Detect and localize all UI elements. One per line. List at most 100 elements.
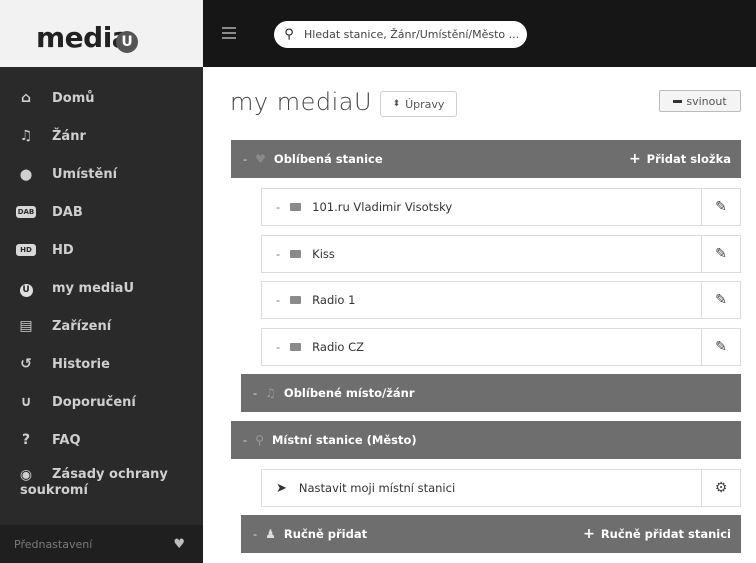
folder-icon: [290, 343, 302, 351]
location-arrow-icon: ➤: [276, 480, 287, 496]
sidebar-item-genre[interactable]: ♫ Žánr: [0, 117, 203, 155]
set-local-station-row[interactable]: ➤ Nastavit moji místní stanici ⚙: [261, 469, 741, 507]
logo-u-badge: U: [116, 31, 138, 53]
map-pin-icon: ⬤: [19, 167, 33, 181]
sidebar-item-label-continued: soukromí: [20, 483, 88, 498]
sidebar-nav: ⌂ Domů ♫ Žánr ⬤ Umístění DAB DAB HD HD U…: [0, 79, 203, 511]
sidebar-item-location[interactable]: ⬤ Umístění: [0, 155, 203, 193]
folder-name: Radio 1: [312, 293, 356, 307]
folder-row[interactable]: - 101.ru Vladimir Visotsky ✎: [261, 188, 741, 226]
collapse-button-label: svinout: [686, 94, 727, 108]
collapse-dash: -: [243, 433, 248, 447]
edit-button[interactable]: ⬍ Úpravy: [380, 91, 457, 117]
sidebar-item-dab[interactable]: DAB DAB: [0, 193, 203, 231]
favorites-label: Oblíbená stanice: [273, 152, 383, 166]
music-note-icon: ♫: [19, 128, 33, 144]
folder-icon: [290, 296, 302, 304]
pencil-icon[interactable]: ✎: [701, 329, 740, 365]
privacy-icon: ◉: [19, 467, 33, 483]
sidebar-item-label: Historie: [52, 356, 110, 372]
sidebar-item-label: Zásady ochrany: [52, 467, 168, 482]
edit-button-label: Úpravy: [405, 97, 445, 111]
collapse-dash: -: [276, 340, 281, 354]
sidebar-item-label: FAQ: [52, 432, 81, 448]
sidebar-item-label: my mediaU: [52, 280, 134, 296]
sidebar-item-history[interactable]: ↺ Historie: [0, 345, 203, 383]
sidebar-item-label: Domů: [52, 90, 95, 106]
main-content: my mediaU ⬍ Úpravy svinout - ♥ Oblíbená …: [203, 67, 756, 563]
heart-icon: ♥: [173, 536, 185, 552]
sidebar-item-faq[interactable]: ? FAQ: [0, 421, 203, 459]
history-icon: ↺: [20, 356, 32, 372]
sidebar-item-label: Žánr: [52, 128, 86, 144]
search-icon: ⚲: [284, 27, 294, 42]
presets-label: Přednastavení: [14, 537, 93, 551]
heart-icon: ♥: [255, 152, 266, 166]
collapse-dash: -: [243, 152, 248, 166]
folder-icon: [290, 250, 302, 258]
search-placeholder: Hledat stanice, Žánr/Umístění/Město ...: [304, 28, 520, 41]
map-pin-icon: ⚲: [255, 433, 264, 447]
page-title: my mediaU: [230, 88, 373, 116]
sidebar-item-hd[interactable]: HD HD: [0, 231, 203, 269]
pencil-icon[interactable]: ✎: [701, 236, 740, 272]
folder-row[interactable]: - Radio CZ ✎: [261, 328, 741, 366]
plus-icon: +: [583, 526, 595, 542]
add-folder-button[interactable]: + Přidat složka: [629, 140, 731, 178]
local-stations-header[interactable]: - ⚲ Místní stanice (Město): [231, 421, 741, 459]
fav-place-genre-header[interactable]: - ♫ Oblíbené místo/žánr: [241, 374, 741, 412]
hd-icon: HD: [16, 244, 36, 256]
collapse-dash: -: [276, 247, 281, 261]
sidebar-item-home[interactable]: ⌂ Domů: [0, 79, 203, 117]
presets-bar[interactable]: Přednastavení ♥: [0, 525, 203, 563]
device-icon: ▤: [19, 318, 33, 334]
set-local-station-label: Nastavit moji místní stanici: [298, 481, 456, 495]
search-input[interactable]: ⚲ Hledat stanice, Žánr/Umístění/Město ..…: [274, 21, 527, 48]
manual-add-label: Ručně přidat: [283, 527, 368, 541]
dab-icon: DAB: [16, 206, 36, 218]
home-icon: ⌂: [20, 90, 32, 106]
manual-add-station-button[interactable]: + Ručně přidat stanici: [583, 515, 731, 553]
folder-name: Radio CZ: [312, 340, 365, 354]
music-note-icon: ♫: [265, 386, 276, 400]
sidebar-item-label: HD: [52, 242, 74, 258]
folder-row[interactable]: - Kiss ✎: [261, 235, 741, 273]
menu-toggle-icon[interactable]: [222, 27, 236, 39]
sidebar-item-label: Doporučení: [52, 394, 136, 410]
manual-add-header[interactable]: - ♟ Ručně přidat + Ručně přidat stanici: [241, 515, 741, 553]
sidebar-item-my-mediau[interactable]: U my mediaU: [0, 269, 203, 307]
collapse-button[interactable]: svinout: [659, 90, 741, 112]
folder-icon: [290, 203, 302, 211]
sidebar-item-label-wrap: Zásady ochrany: [52, 465, 168, 484]
folder-name: 101.ru Vladimir Visotsky: [312, 200, 453, 214]
plus-icon: +: [628, 151, 641, 167]
mediau-icon: U: [17, 280, 35, 297]
sidebar-item-devices[interactable]: ▤ Zařízení: [0, 307, 203, 345]
user-icon: ♟: [265, 527, 276, 541]
top-bar: ⚲ Hledat stanice, Žánr/Umístění/Město ..…: [203, 0, 756, 67]
add-folder-label: Přidat složka: [646, 152, 731, 166]
magnet-icon: ∪: [20, 394, 32, 410]
collapse-dash: -: [276, 293, 281, 307]
folder-row[interactable]: - Radio 1 ✎: [261, 281, 741, 319]
local-stations-label: Místní stanice (Město): [271, 433, 417, 447]
sidebar: media U ⌂ Domů ♫ Žánr ⬤ Umístění DAB DAB…: [0, 0, 203, 563]
sidebar-item-label: Zařízení: [52, 318, 112, 334]
fav-place-genre-label: Oblíbené místo/žánr: [283, 386, 415, 400]
logo[interactable]: media U: [0, 0, 203, 67]
collapse-dash: -: [253, 386, 258, 400]
sidebar-item-recommendations[interactable]: ∪ Doporučení: [0, 383, 203, 421]
sort-icon: ⬍: [392, 99, 401, 109]
sidebar-item-label: Umístění: [52, 166, 118, 182]
favorites-header[interactable]: - ♥ Oblíbená stanice + Přidat složka: [231, 140, 741, 178]
gear-icon[interactable]: ⚙: [701, 470, 740, 506]
sidebar-item-label: DAB: [52, 204, 83, 220]
manual-add-station-label: Ručně přidat stanici: [600, 527, 731, 541]
collapse-dash: -: [276, 200, 281, 214]
pencil-icon[interactable]: ✎: [701, 189, 740, 225]
question-icon: ?: [21, 432, 31, 448]
collapse-dash: -: [253, 527, 258, 541]
folder-name: Kiss: [312, 247, 335, 261]
minus-icon: [673, 99, 683, 103]
pencil-icon[interactable]: ✎: [701, 282, 740, 318]
